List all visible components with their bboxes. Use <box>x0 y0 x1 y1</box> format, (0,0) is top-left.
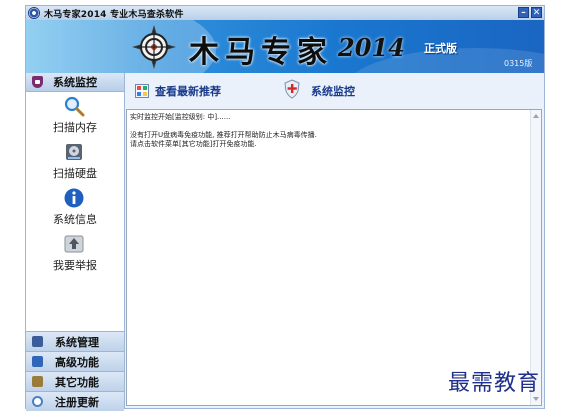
scroll-up-icon[interactable] <box>533 114 539 118</box>
sidebar-item-label: 系统信息 <box>53 213 97 226</box>
view-recommend-button[interactable]: 查看最新推荐 <box>135 83 221 99</box>
sidebar-item-scan-disk[interactable]: 扫描硬盘 <box>26 139 124 185</box>
sidebar-header-label: 系统监控 <box>53 76 97 89</box>
report-icon <box>64 235 84 253</box>
toolbar: 查看最新推荐 系统监控 <box>125 73 544 107</box>
sidebar-section-label: 高级功能 <box>55 355 99 369</box>
log-scrollbar[interactable] <box>530 110 541 405</box>
sidebar-section-label: 系统管理 <box>55 335 99 349</box>
shield-icon <box>32 76 43 88</box>
brand-year: 2014 <box>338 33 405 62</box>
window-title: 木马专家2014 专业木马查杀软件 <box>44 9 184 20</box>
main-window: 木马专家2014 专业木马查杀软件 – ✕ 木马专家 2014 正式版 0315… <box>25 5 545 411</box>
content-panel: 查看最新推荐 系统监控 实时监控开始[监控级别: 中]...... 没有打开U盘… <box>125 73 544 408</box>
sidebar-item-label: 扫描硬盘 <box>53 167 97 180</box>
target-logo-icon <box>132 25 176 69</box>
title-bar: 木马专家2014 专业木马查杀软件 – ✕ <box>26 6 544 20</box>
disk-icon <box>66 144 82 160</box>
other-icon <box>32 376 43 387</box>
log-text: 实时监控开始[监控级别: 中]...... 没有打开U盘病毒免疫功能, 推荐打开… <box>130 113 317 148</box>
brand-name: 木马专家 <box>189 35 333 70</box>
edition-label: 正式版 <box>424 42 457 55</box>
sidebar-item-label: 扫描内存 <box>53 121 97 134</box>
sidebar: 系统监控 扫描内存 扫描硬盘 系统信息 我要举报 系统管理 高级功能 其它功能 … <box>26 73 125 411</box>
sidebar-section-label: 注册更新 <box>55 395 99 409</box>
sidebar-item-system-info[interactable]: 系统信息 <box>26 185 124 231</box>
sidebar-item-scan-memory[interactable]: 扫描内存 <box>26 93 124 139</box>
system-monitor-label: 系统监控 <box>311 85 355 98</box>
shield-monitor-icon <box>284 79 300 99</box>
register-icon <box>32 396 43 407</box>
sidebar-section-other[interactable]: 其它功能 <box>26 371 124 391</box>
sidebar-section-advanced[interactable]: 高级功能 <box>26 351 124 371</box>
minimize-button[interactable]: – <box>518 7 529 18</box>
sidebar-item-label: 我要举报 <box>53 259 97 272</box>
system-manage-icon <box>32 336 43 347</box>
grid-icon <box>135 84 149 98</box>
banner-decor <box>26 20 216 73</box>
watermark: 最需教育 <box>448 371 541 396</box>
monitor-log[interactable]: 实时监控开始[监控级别: 中]...... 没有打开U盘病毒免疫功能, 推荐打开… <box>126 109 542 406</box>
system-monitor-button[interactable]: 系统监控 <box>283 79 355 99</box>
info-icon <box>64 188 84 208</box>
sidebar-section-label: 其它功能 <box>55 375 99 389</box>
sidebar-item-report[interactable]: 我要举报 <box>26 231 124 277</box>
banner: 木马专家 2014 正式版 0315版 <box>26 20 544 73</box>
close-button[interactable]: ✕ <box>531 7 542 18</box>
sidebar-header-monitor[interactable]: 系统监控 <box>26 73 124 92</box>
version-label: 0315版 <box>504 59 533 68</box>
sidebar-section-register[interactable]: 注册更新 <box>26 391 124 411</box>
sidebar-section-system-manage[interactable]: 系统管理 <box>26 331 124 351</box>
view-recommend-label: 查看最新推荐 <box>155 85 221 98</box>
advanced-icon <box>32 356 43 367</box>
app-icon <box>28 7 40 19</box>
scroll-down-icon[interactable] <box>533 397 539 401</box>
magnifier-icon <box>64 96 85 117</box>
